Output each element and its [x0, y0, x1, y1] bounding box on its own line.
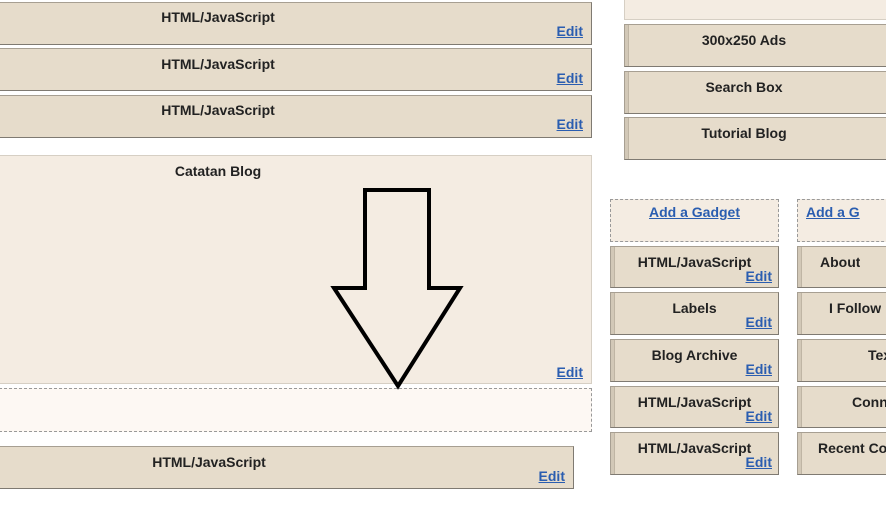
sidebar-gadget-labels[interactable]: Labels Edit: [610, 292, 779, 335]
gadget-html-javascript-1[interactable]: HTML/JavaScript Edit: [0, 2, 592, 45]
gadget-title: 300x250 Ads: [701, 32, 787, 48]
sidebar-gadget-i-follow[interactable]: I Follow: [797, 292, 886, 335]
gadget-title: HTML/JavaScript: [161, 102, 275, 118]
edit-link[interactable]: Edit: [557, 116, 583, 132]
gadget-title: About: [820, 254, 861, 270]
edit-link[interactable]: Edit: [746, 361, 772, 377]
sidebar-gadget-text[interactable]: Tex: [797, 339, 886, 382]
edit-link[interactable]: Edit: [557, 70, 583, 86]
sidebar-gadget-about[interactable]: About: [797, 246, 886, 288]
add-gadget-link[interactable]: Add a Gadget: [611, 204, 778, 220]
blog-posts-gadget[interactable]: Catatan Blog Edit: [0, 155, 592, 384]
top-panel-fragment: [624, 0, 886, 20]
gadget-title: Search Box: [705, 79, 783, 95]
gadget-title: HTML/JavaScript: [152, 454, 266, 470]
gadget-title: Tutorial Blog: [701, 125, 787, 141]
sidebar-gadget-connect[interactable]: Conn: [797, 386, 886, 428]
sidebar-gadget-html-javascript-1[interactable]: HTML/JavaScript Edit: [610, 246, 779, 288]
gadget-tutorial-blog[interactable]: Tutorial Blog: [624, 117, 886, 160]
edit-link[interactable]: Edit: [746, 408, 772, 424]
edit-link[interactable]: Edit: [746, 314, 772, 330]
edit-link[interactable]: Edit: [557, 23, 583, 39]
add-gadget-box-right[interactable]: Add a G: [797, 199, 886, 242]
edit-link[interactable]: Edit: [746, 454, 772, 470]
edit-link[interactable]: Edit: [557, 364, 583, 380]
gadget-html-javascript-2[interactable]: HTML/JavaScript Edit: [0, 48, 592, 91]
edit-link[interactable]: Edit: [746, 268, 772, 284]
gadget-title: Tex: [868, 347, 886, 363]
gadget-title: Recent Co: [818, 440, 886, 456]
gadget-title: HTML/JavaScript: [161, 56, 275, 72]
sidebar-gadget-recent-comments[interactable]: Recent Co: [797, 432, 886, 475]
gadget-drop-zone[interactable]: [0, 388, 592, 432]
gadget-html-javascript-bottom[interactable]: HTML/JavaScript Edit: [0, 446, 574, 489]
gadget-title: I Follow: [829, 300, 882, 316]
gadget-300x250-ads[interactable]: 300x250 Ads: [624, 24, 886, 67]
sidebar-gadget-html-javascript-3[interactable]: HTML/JavaScript Edit: [610, 432, 779, 475]
gadget-title: Conn: [852, 394, 886, 410]
sidebar-gadget-html-javascript-2[interactable]: HTML/JavaScript Edit: [610, 386, 779, 428]
add-gadget-link[interactable]: Add a G: [806, 204, 860, 220]
gadget-html-javascript-3[interactable]: HTML/JavaScript Edit: [0, 95, 592, 138]
sidebar-gadget-blog-archive[interactable]: Blog Archive Edit: [610, 339, 779, 382]
edit-link[interactable]: Edit: [539, 468, 565, 484]
blog-posts-title: Catatan Blog: [174, 163, 262, 179]
gadget-title: HTML/JavaScript: [161, 9, 275, 25]
gadget-search-box[interactable]: Search Box: [624, 71, 886, 114]
add-gadget-box[interactable]: Add a Gadget: [610, 199, 779, 242]
